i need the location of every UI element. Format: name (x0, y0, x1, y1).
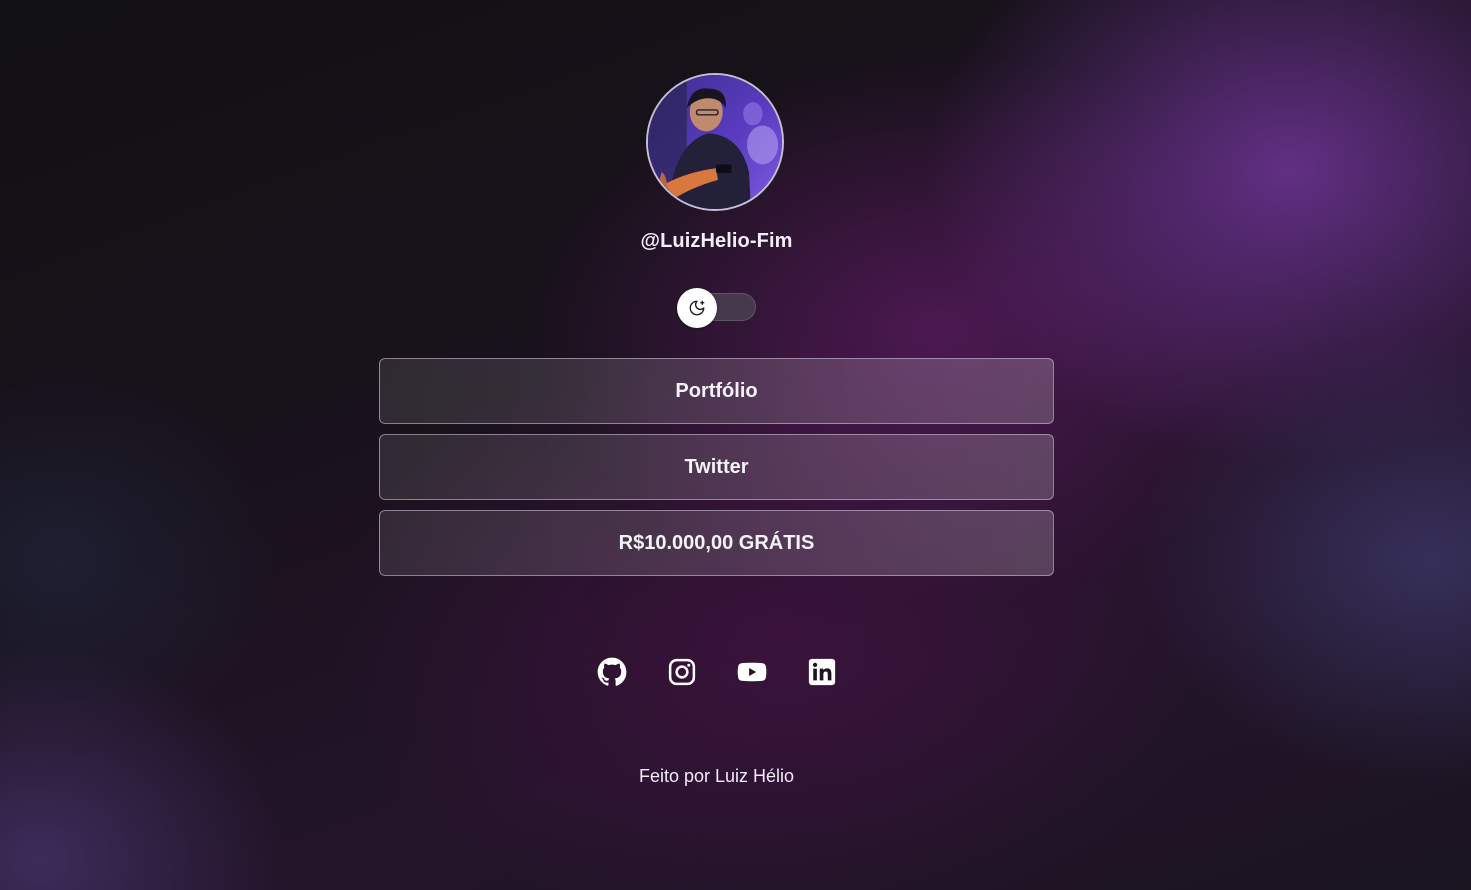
youtube-icon (737, 662, 767, 682)
moon-sparkle-icon (689, 300, 705, 316)
github-icon (597, 657, 627, 686)
instagram-link[interactable] (666, 656, 698, 688)
linkedin-icon (808, 658, 836, 686)
social-links (596, 656, 841, 688)
theme-toggle-knob[interactable] (677, 288, 717, 328)
link-button-promo[interactable]: R$10.000,00 GRÁTIS (379, 510, 1054, 576)
github-link[interactable] (596, 656, 628, 688)
profile-handle: @LuizHelio-Fim (640, 230, 793, 252)
avatar (646, 73, 784, 211)
footer-credit: Feito por Luiz Hélio (638, 766, 795, 786)
instagram-icon (668, 658, 696, 686)
theme-toggle[interactable] (677, 288, 756, 328)
link-button-portfolio[interactable]: Portfólio (379, 358, 1054, 424)
profile-photo-image (648, 75, 782, 209)
linkedin-link[interactable] (806, 656, 838, 688)
youtube-link[interactable] (736, 656, 768, 688)
page-container: @LuizHelio-Fim Portfólio Twitter R$10.00… (0, 0, 1471, 890)
link-list: Portfólio Twitter R$10.000,00 GRÁTIS (379, 358, 1054, 586)
link-button-twitter[interactable]: Twitter (379, 434, 1054, 500)
